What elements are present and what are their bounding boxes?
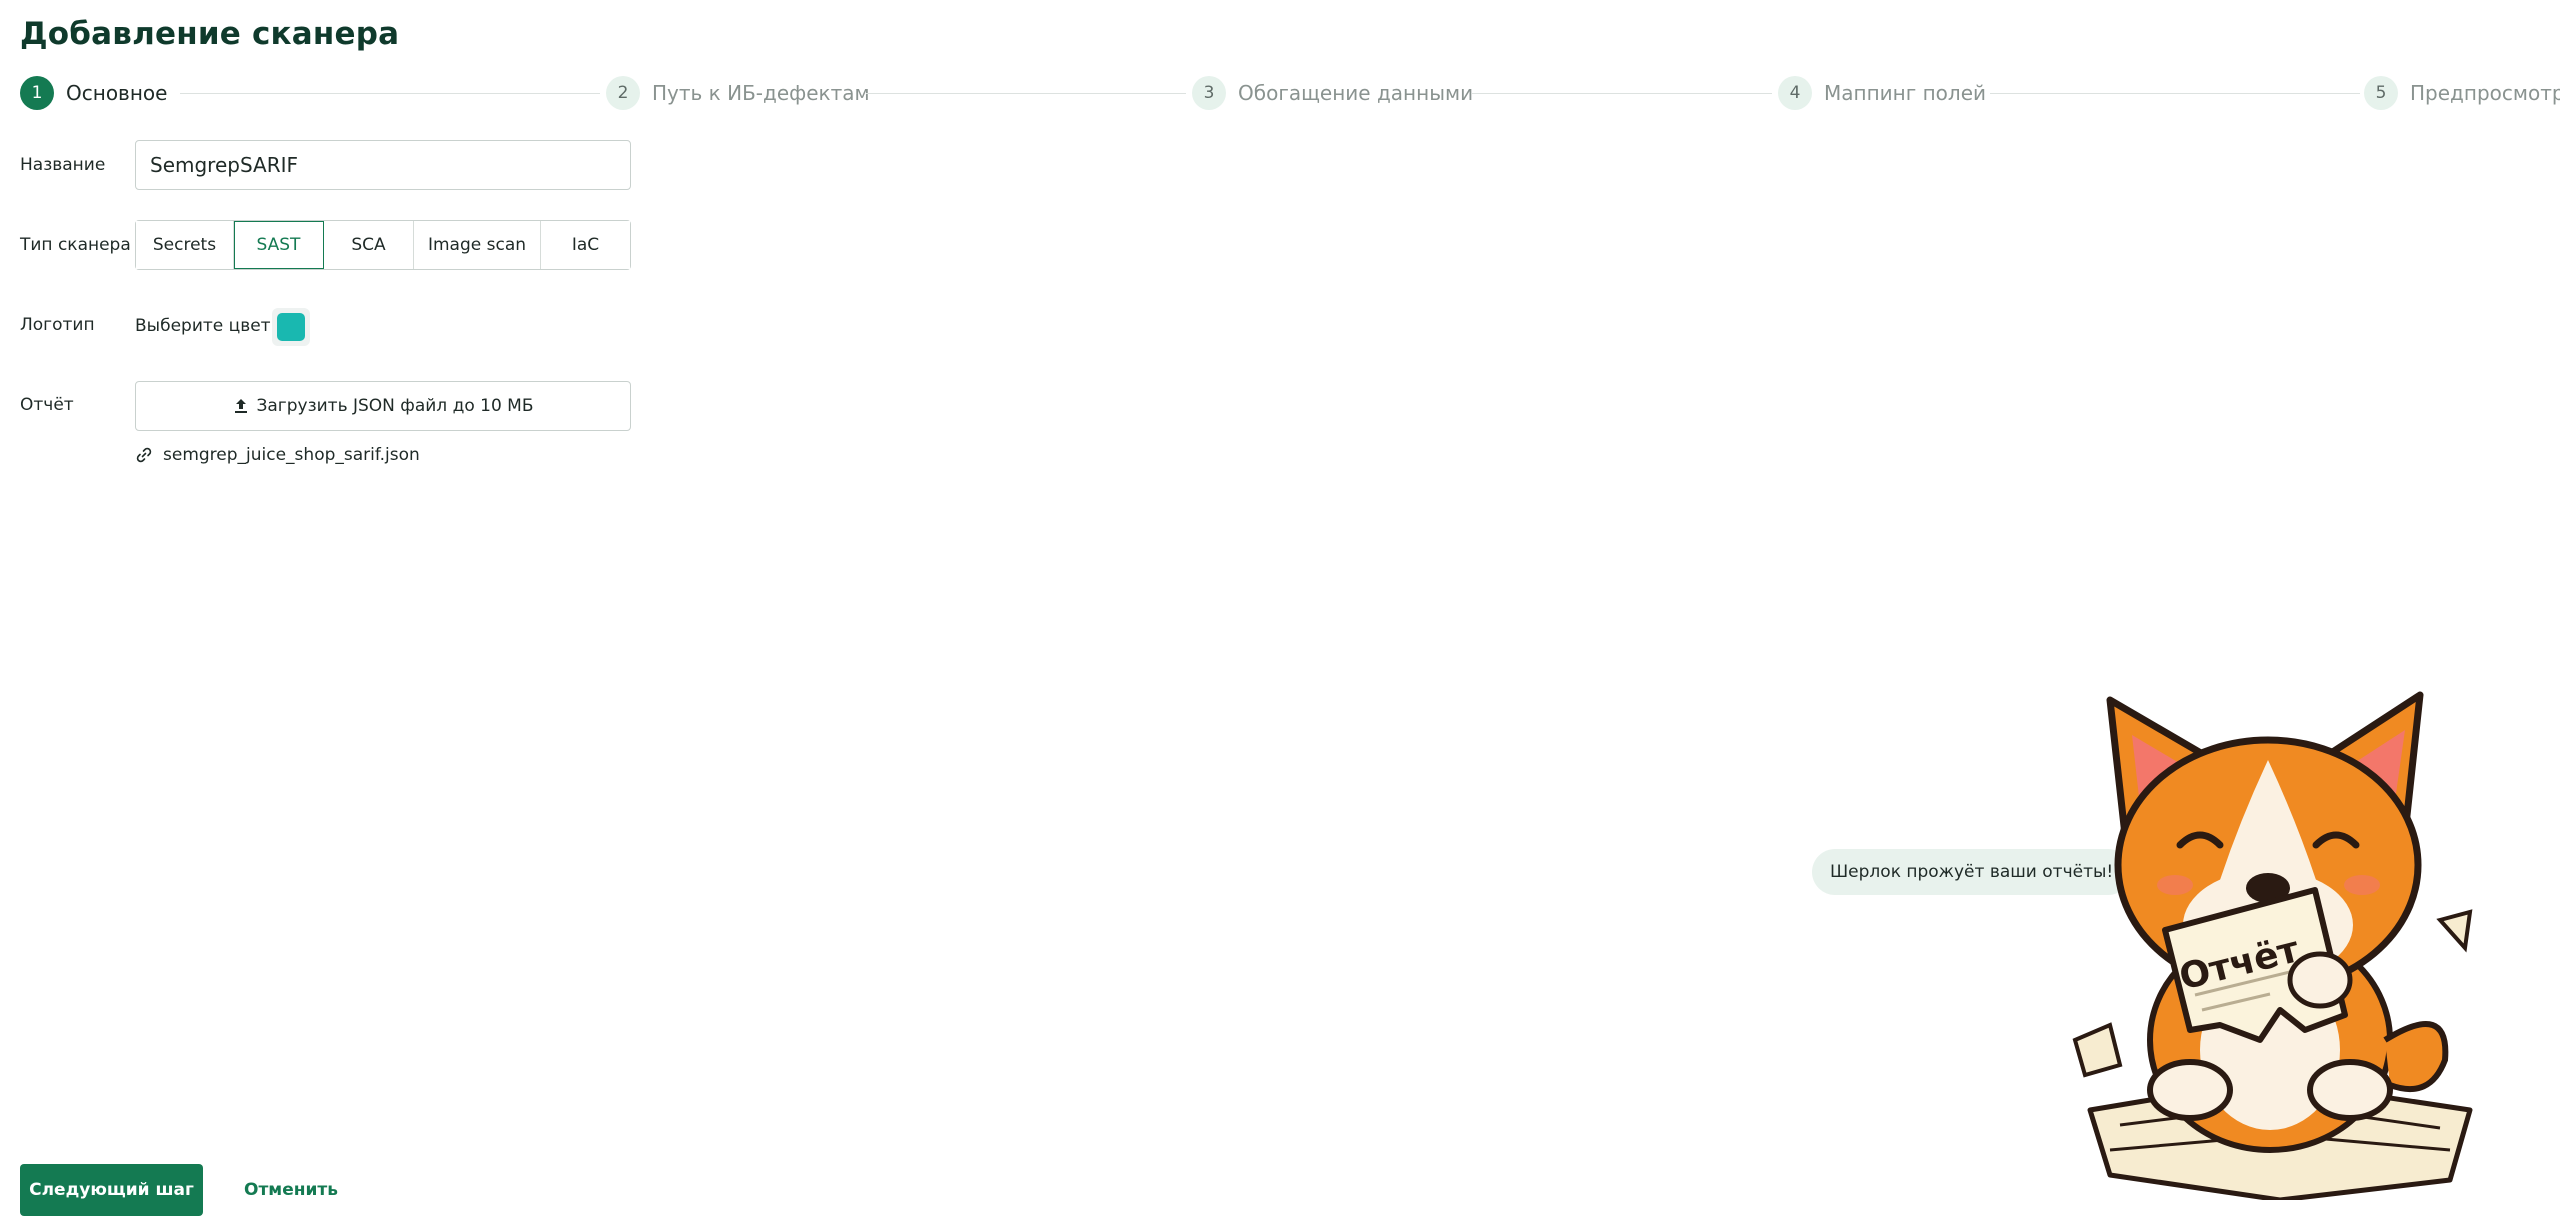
step-preview[interactable]: 5 Предпросмотр bbox=[2364, 74, 2560, 112]
corgi-mascot-illustration: Отчёт bbox=[2072, 691, 2473, 1200]
step-label: Маппинг полей bbox=[1824, 81, 1987, 105]
step-number: 3 bbox=[1192, 76, 1226, 110]
scanner-type-secrets[interactable]: Secrets bbox=[136, 221, 234, 269]
step-label: Предпросмотр bbox=[2410, 81, 2560, 105]
scanner-type-image-scan[interactable]: Image scan bbox=[414, 221, 541, 269]
next-step-button[interactable]: Следующий шаг bbox=[20, 1164, 203, 1216]
scanner-type-sast[interactable]: SAST bbox=[234, 221, 324, 269]
color-picker-label: Выберите цвет bbox=[135, 316, 271, 336]
logo-label: Логотип bbox=[20, 315, 95, 335]
scanner-type-label: Тип сканера bbox=[20, 235, 131, 255]
step-connector bbox=[180, 93, 600, 94]
step-label: Основное bbox=[66, 81, 168, 105]
scanner-type-sca[interactable]: SCA bbox=[324, 221, 414, 269]
step-connector bbox=[866, 93, 1186, 94]
report-label: Отчёт bbox=[20, 395, 74, 415]
upload-json-button[interactable]: Загрузить JSON файл до 10 МБ bbox=[135, 381, 631, 431]
step-label: Путь к ИБ-дефектам bbox=[652, 81, 870, 105]
step-label: Обогащение данными bbox=[1238, 81, 1474, 105]
step-number: 4 bbox=[1778, 76, 1812, 110]
step-number: 5 bbox=[2364, 76, 2398, 110]
upload-label: Загрузить JSON файл до 10 МБ bbox=[256, 396, 534, 416]
cancel-button[interactable]: Отменить bbox=[230, 1164, 352, 1216]
file-name: semgrep_juice_shop_sarif.json bbox=[163, 445, 420, 465]
step-defect-path[interactable]: 2 Путь к ИБ-дефектам bbox=[606, 74, 870, 112]
color-picker[interactable] bbox=[272, 308, 310, 346]
uploaded-file-link[interactable]: semgrep_juice_shop_sarif.json bbox=[135, 443, 420, 467]
step-connector bbox=[1472, 93, 1772, 94]
upload-icon bbox=[235, 399, 248, 413]
stepper: 1 Основное 2 Путь к ИБ-дефектам 3 Обогащ… bbox=[20, 74, 2560, 112]
name-label: Название bbox=[20, 155, 106, 175]
page-title: Добавление сканера bbox=[20, 16, 400, 52]
step-connector bbox=[1990, 93, 2360, 94]
scanner-type-iac[interactable]: IaC bbox=[541, 221, 630, 269]
scanner-name-input[interactable] bbox=[135, 140, 631, 190]
step-field-mapping[interactable]: 4 Маппинг полей bbox=[1778, 74, 1986, 112]
step-main[interactable]: 1 Основное bbox=[20, 74, 167, 112]
color-swatch bbox=[277, 313, 305, 341]
step-number: 1 bbox=[20, 76, 54, 110]
scanner-type-selector: Secrets SAST SCA Image scan IaC bbox=[135, 220, 631, 270]
step-data-enrichment[interactable]: 3 Обогащение данными bbox=[1192, 74, 1473, 112]
link-icon bbox=[136, 447, 152, 463]
step-number: 2 bbox=[606, 76, 640, 110]
